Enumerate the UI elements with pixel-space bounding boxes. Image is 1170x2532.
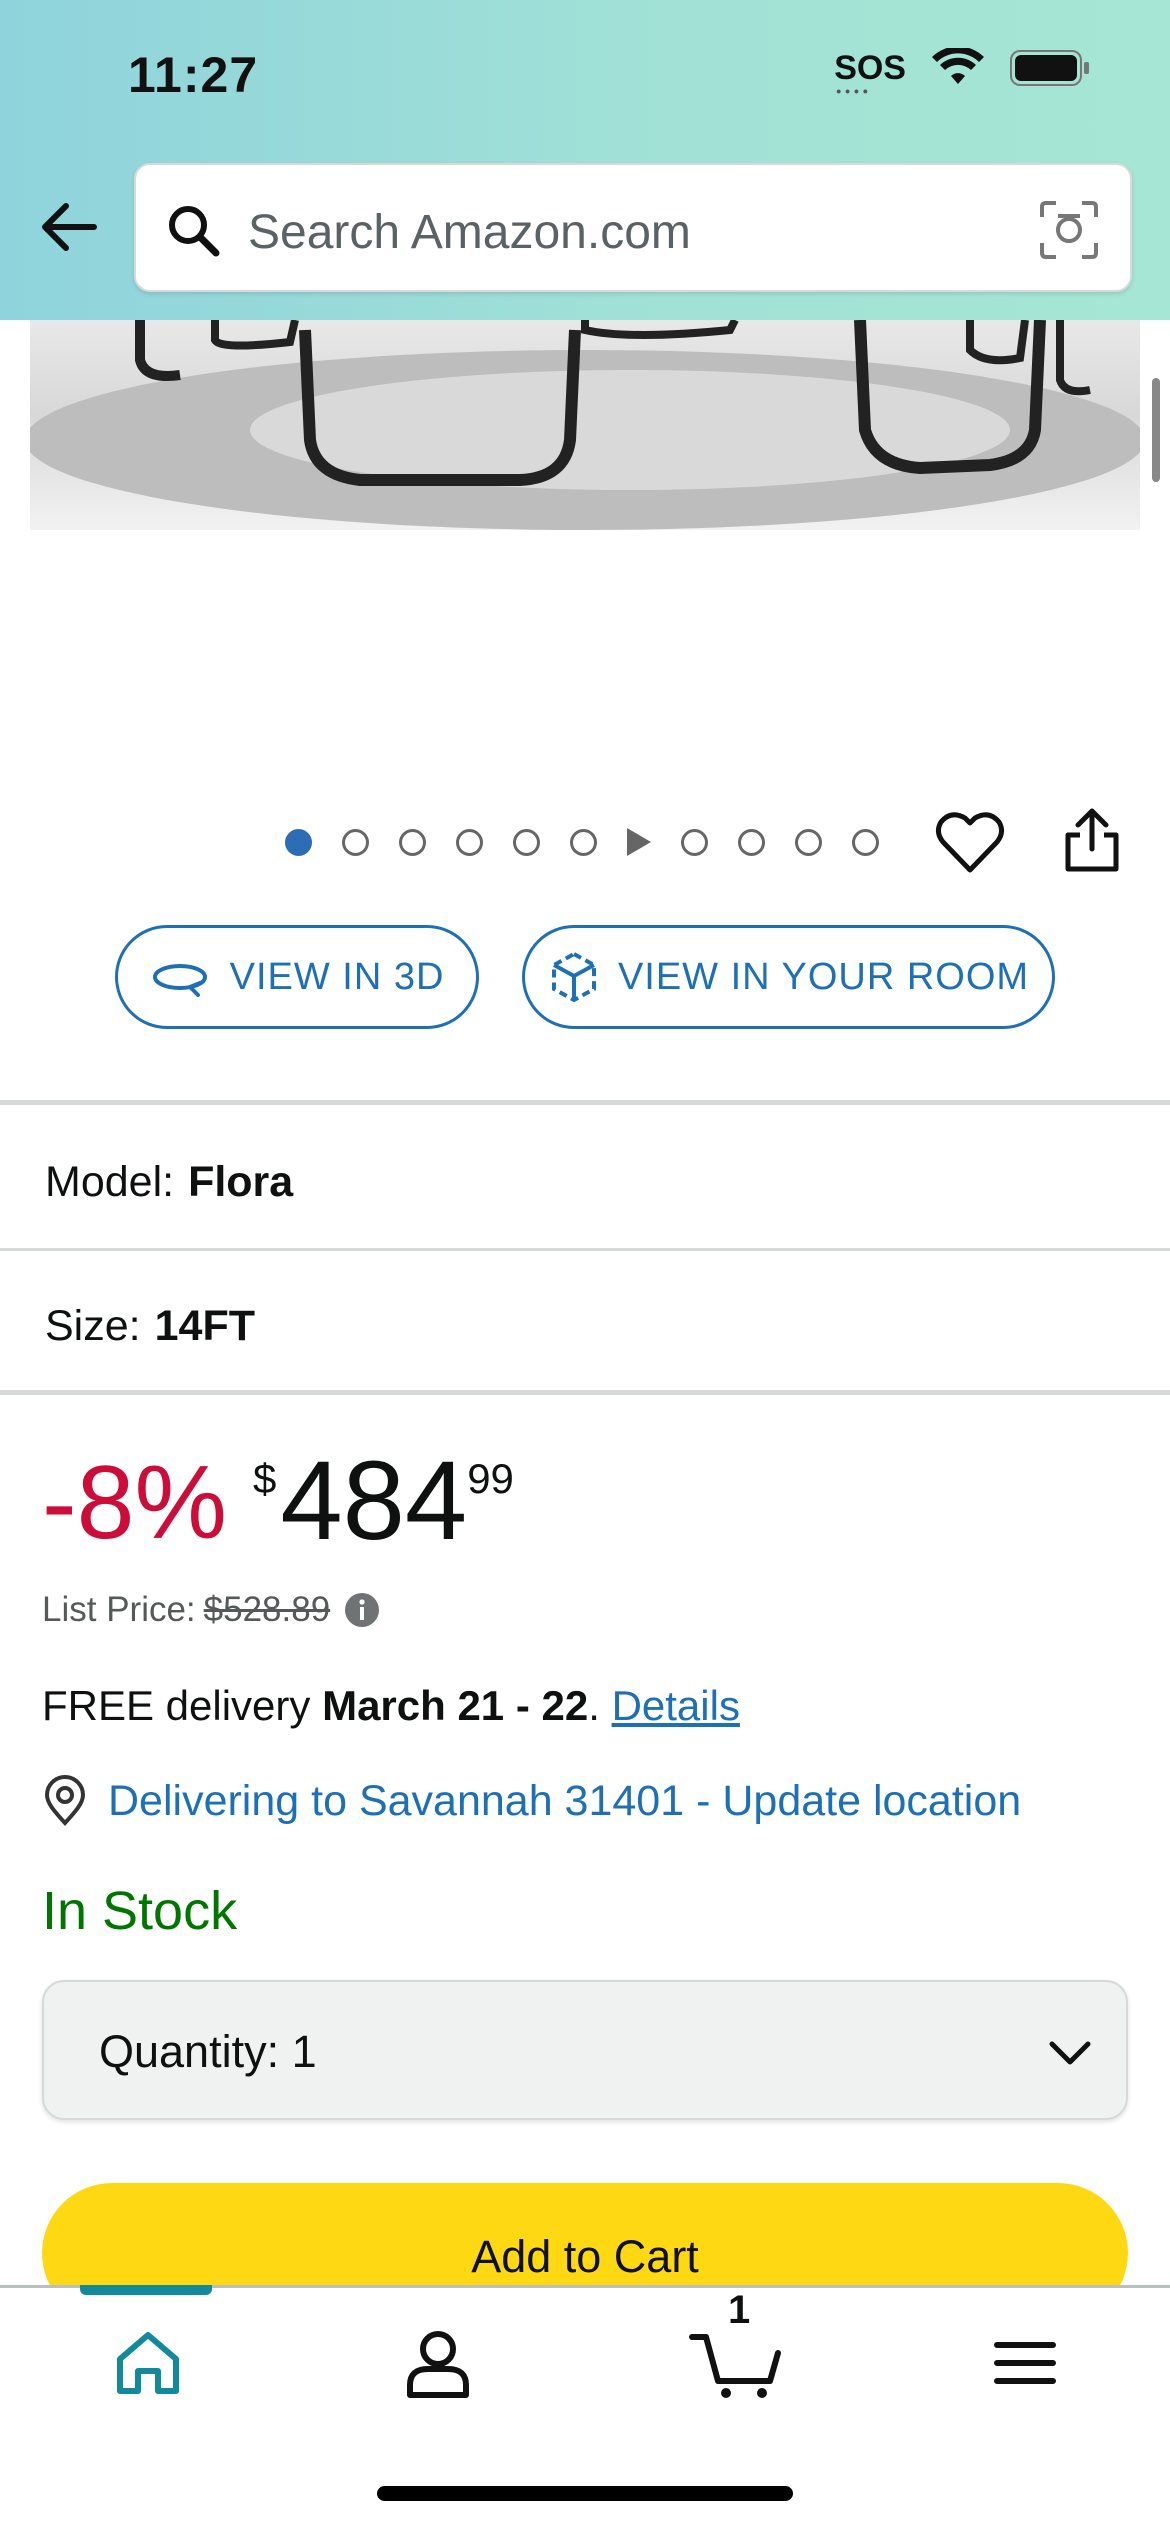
price-currency: $ [252, 1455, 277, 1502]
carousel-dot[interactable] [795, 828, 822, 856]
cart-count-badge: 1 [728, 2288, 751, 2332]
price-whole: 484 [280, 1438, 468, 1563]
status-time: 11:27 [128, 47, 259, 103]
video-play-icon[interactable] [627, 828, 651, 856]
list-price: List Price: $528.89 [42, 1590, 380, 1630]
carousel-dot[interactable] [342, 828, 369, 856]
search-placeholder: Search Amazon.com [248, 206, 691, 259]
view-in-your-room-button[interactable]: VIEW IN YOUR ROOM [522, 925, 1055, 1029]
rotate-3d-icon [152, 964, 207, 997]
section-divider [0, 1100, 1170, 1105]
battery-icon [1010, 50, 1089, 86]
location-pin-icon [44, 1775, 86, 1826]
wifi-icon [932, 48, 984, 84]
size-value: 14FT [154, 1302, 255, 1350]
back-arrow-icon[interactable] [34, 192, 104, 262]
top-header: 11:27 SOS Search Amazon.com [0, 0, 1170, 320]
size-selector[interactable]: Size: 14FT [45, 1302, 255, 1351]
heart-icon[interactable] [935, 810, 1005, 876]
search-input[interactable]: Search Amazon.com [134, 163, 1132, 292]
ar-cube-icon [551, 951, 596, 1003]
view-in-room-label: VIEW IN YOUR ROOM [617, 955, 1030, 998]
delivery-sep: . [588, 1682, 612, 1729]
image-carousel-indicator[interactable] [285, 825, 879, 859]
cart-icon[interactable] [688, 2323, 788, 2403]
quantity-text: Quantity: 1 [99, 2026, 317, 2078]
row-divider [0, 1248, 1170, 1251]
carousel-dot[interactable] [456, 828, 483, 856]
product-image[interactable] [30, 320, 1140, 530]
scrollbar-thumb[interactable] [1152, 378, 1160, 482]
account-icon[interactable] [398, 2323, 478, 2403]
list-price-value: $528.89 [203, 1590, 331, 1629]
delivery-prefix: FREE delivery [42, 1682, 311, 1729]
carousel-dot[interactable] [570, 828, 597, 856]
trampoline-image [30, 320, 1140, 530]
info-icon[interactable] [344, 1592, 380, 1628]
carousel-dot[interactable] [513, 828, 540, 856]
carousel-dot[interactable] [681, 828, 708, 856]
price-block: -8% $ 484 99 [42, 1445, 514, 1557]
home-icon[interactable] [108, 2323, 188, 2403]
camera-lens-icon[interactable] [1038, 199, 1100, 261]
search-icon [169, 206, 220, 257]
model-label: Model: [45, 1158, 175, 1206]
delivery-details-link[interactable]: Details [612, 1682, 740, 1729]
share-icon[interactable] [1060, 805, 1124, 875]
menu-icon[interactable] [985, 2323, 1065, 2403]
location-text: Delivering to Savannah 31401 - Update lo… [108, 1776, 1022, 1825]
quantity-label: Quantity: [99, 2026, 280, 2077]
view-in-3d-label: VIEW IN 3D [229, 955, 445, 998]
active-tab-indicator [80, 2285, 212, 2295]
stock-status: In Stock [42, 1881, 238, 1941]
list-price-label: List Price: [42, 1590, 196, 1629]
carousel-dot[interactable] [738, 828, 765, 856]
model-value: Flora [188, 1158, 294, 1206]
status-icons: SOS [834, 48, 1090, 99]
section-divider [0, 1390, 1170, 1395]
price-fraction: 99 [467, 1455, 514, 1502]
view-in-3d-button[interactable]: VIEW IN 3D [115, 925, 479, 1029]
quantity-dropdown[interactable]: Quantity: 1 [42, 1980, 1128, 2120]
model-selector[interactable]: Model: Flora [45, 1158, 293, 1207]
quantity-value: 1 [291, 2026, 317, 2077]
carousel-dot[interactable] [399, 828, 426, 856]
discount-percent: -8% [42, 1445, 227, 1561]
sos-indicator: SOS [834, 49, 906, 99]
home-indicator[interactable] [377, 2486, 793, 2501]
delivery-dates: March 21 - 22 [322, 1682, 589, 1729]
size-label: Size: [45, 1302, 141, 1350]
carousel-dot[interactable] [285, 828, 312, 856]
carousel-dot[interactable] [852, 828, 879, 856]
delivery-info: FREE delivery March 21 - 22. Details [42, 1682, 740, 1730]
chevron-down-icon [1049, 2041, 1091, 2065]
delivery-location[interactable]: Delivering to Savannah 31401 - Update lo… [42, 1775, 1021, 1827]
